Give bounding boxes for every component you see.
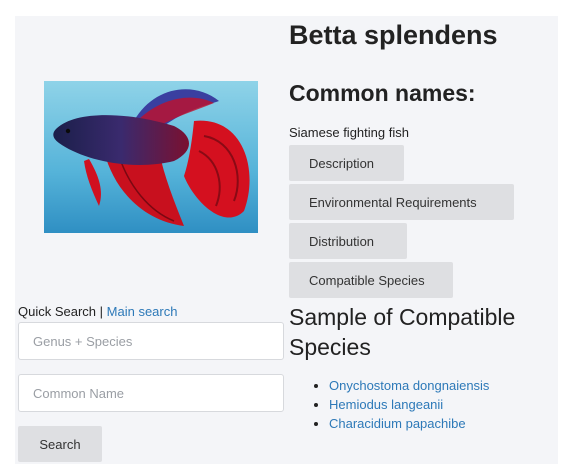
common-names-heading: Common names:: [289, 80, 476, 106]
list-item: Characidium papachibe: [329, 414, 489, 433]
quick-search-row: Quick Search | Main search: [18, 304, 177, 319]
distribution-tab-button[interactable]: Distribution: [289, 223, 407, 259]
species-title: Betta splendens: [289, 20, 498, 50]
species-photo: [44, 81, 258, 233]
genus-species-input[interactable]: [18, 322, 284, 360]
compatible-species-link[interactable]: Onychostoma dongnaiensis: [329, 378, 489, 393]
common-name-value: Siamese fighting fish: [289, 125, 409, 140]
compatible-species-tab-button[interactable]: Compatible Species: [289, 262, 453, 298]
compatible-species-link[interactable]: Hemiodus langeanii: [329, 397, 443, 412]
main-search-link[interactable]: Main search: [107, 304, 178, 319]
quick-search-separator: |: [96, 304, 107, 319]
compatible-species-list: Onychostoma dongnaiensis Hemiodus langea…: [289, 376, 489, 433]
description-tab-button[interactable]: Description: [289, 145, 404, 181]
list-item: Onychostoma dongnaiensis: [329, 376, 489, 395]
compatible-species-link[interactable]: Characidium papachibe: [329, 416, 466, 431]
compatible-species-heading: Sample of Compatible Species: [289, 304, 516, 360]
environmental-requirements-tab-button[interactable]: Environmental Requirements: [289, 184, 514, 220]
list-item: Hemiodus langeanii: [329, 395, 489, 414]
search-button[interactable]: Search: [18, 426, 102, 462]
common-name-input[interactable]: [18, 374, 284, 412]
quick-search-label: Quick Search: [18, 304, 97, 319]
